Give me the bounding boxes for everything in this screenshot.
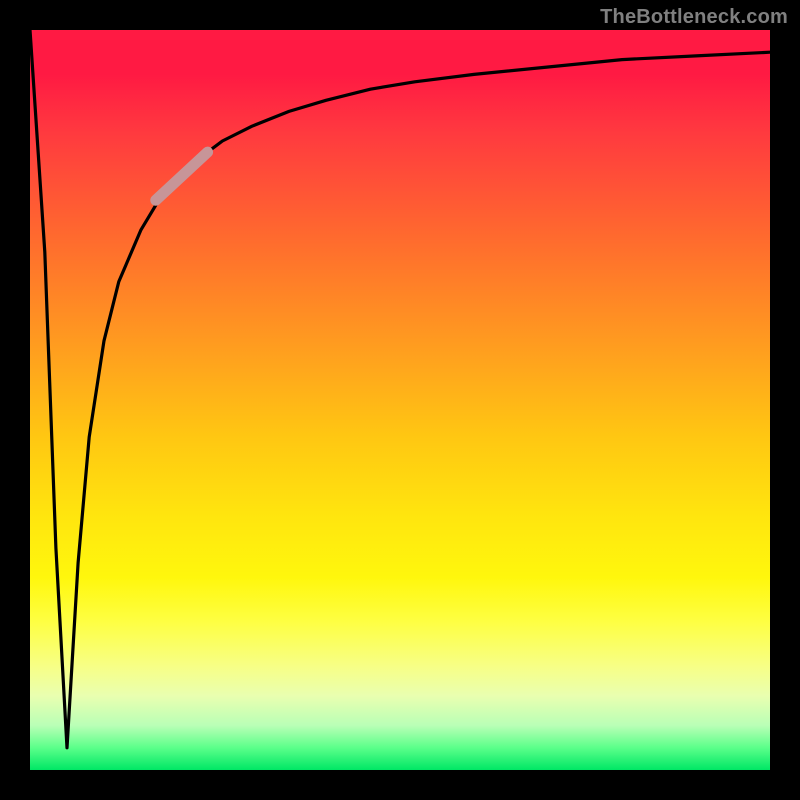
curve-highlight <box>156 152 208 200</box>
watermark-text: TheBottleneck.com <box>600 6 788 29</box>
plot-area <box>30 30 770 770</box>
curve-svg <box>30 30 770 770</box>
chart-frame: TheBottleneck.com <box>0 0 800 800</box>
bottleneck-curve <box>30 30 770 748</box>
